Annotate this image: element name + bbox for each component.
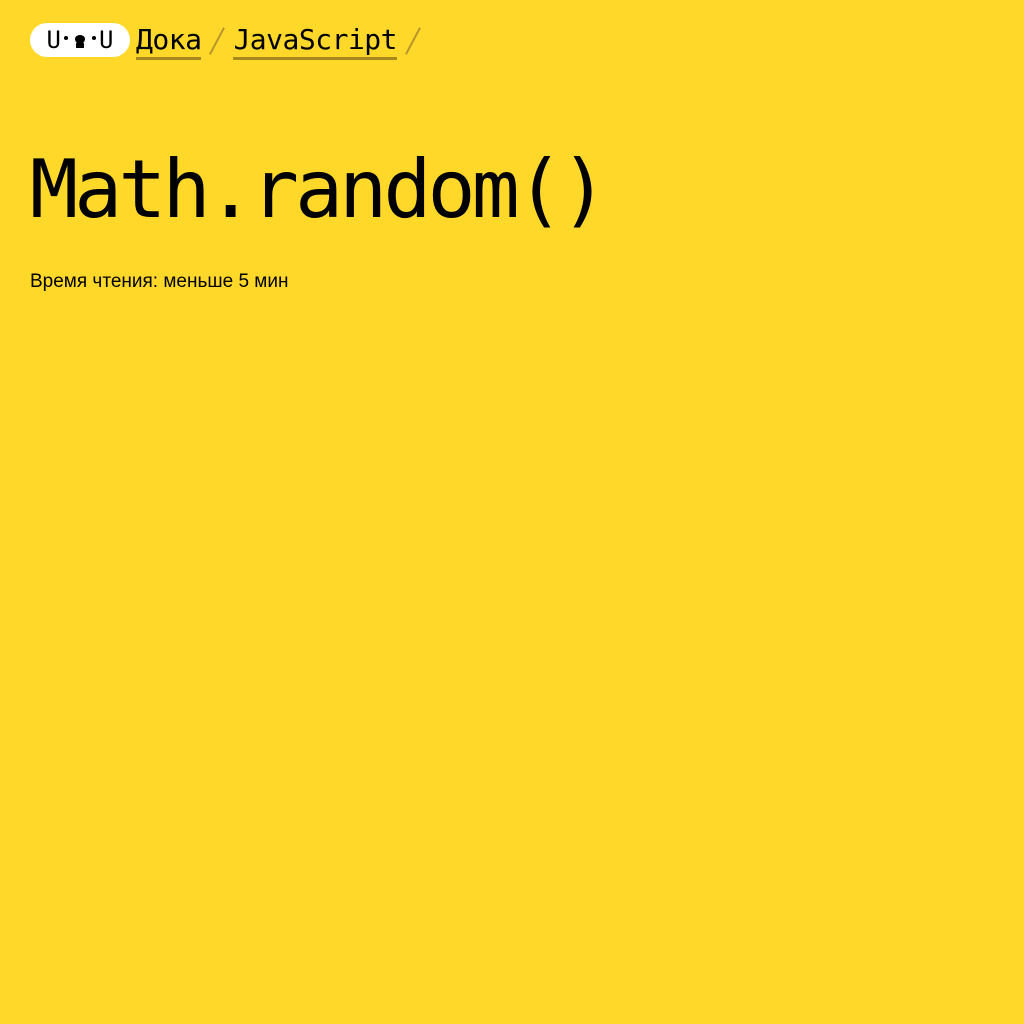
logo-dot-icon <box>92 36 96 40</box>
reading-time: Время чтения: меньше 5 мин <box>30 271 289 292</box>
page-title: Math.random() <box>30 143 608 236</box>
slash-separator-icon <box>201 23 233 57</box>
site-header: U U Дока JavaScript <box>30 23 429 61</box>
logo-dot-icon <box>64 36 68 40</box>
doka-logo-icon: U U <box>47 28 114 52</box>
logo-left-letter: U <box>46 26 61 54</box>
breadcrumb-link-doka[interactable]: Дока <box>136 23 202 60</box>
logo-face-icon <box>72 29 88 51</box>
slash-separator-icon <box>397 23 429 57</box>
breadcrumb-link-javascript[interactable]: JavaScript <box>233 23 398 60</box>
breadcrumb: Дока JavaScript <box>130 23 429 60</box>
home-logo-button[interactable]: U U <box>30 23 130 57</box>
logo-right-letter: U <box>99 26 114 54</box>
